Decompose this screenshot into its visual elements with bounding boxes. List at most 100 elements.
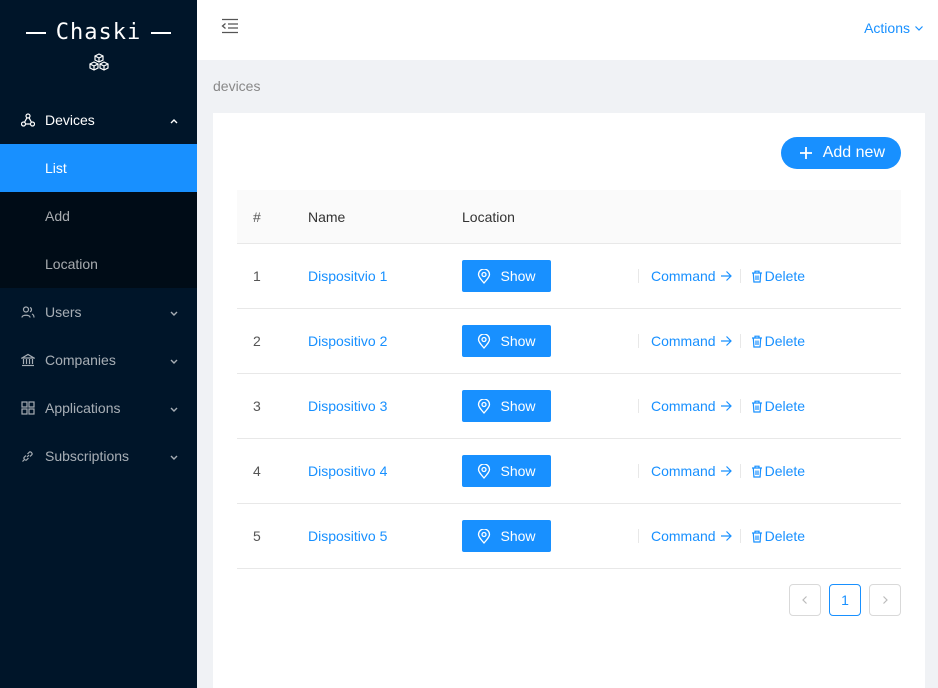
devices-table: # Name Location 1 Dispositvio 1 Show Com… — [237, 190, 901, 569]
show-location-button[interactable]: Show — [462, 390, 551, 422]
arrow-right-icon — [720, 271, 732, 281]
actions-dropdown[interactable]: Actions — [864, 20, 924, 36]
trash-icon — [751, 400, 762, 413]
trash-icon — [751, 465, 762, 478]
sidebar-item-subscriptions[interactable]: Subscriptions — [0, 432, 197, 480]
delete-label: Delete — [764, 463, 806, 479]
bank-icon — [20, 352, 36, 368]
show-label: Show — [500, 398, 536, 414]
device-name-link[interactable]: Dispositivo 3 — [308, 398, 387, 414]
brand-name: Chaski — [16, 20, 181, 45]
row-number: 2 — [253, 333, 261, 349]
divider — [638, 464, 639, 478]
devices-submenu: List Add Location — [0, 144, 197, 288]
sidebar-item-applications[interactable]: Applications — [0, 384, 197, 432]
table-row: 3 Dispositivo 3 Show Command Delete — [237, 374, 901, 439]
table-row: 5 Dispositivo 5 Show Command Delete — [237, 504, 901, 569]
command-label: Command — [651, 528, 716, 544]
show-location-button[interactable]: Show — [462, 520, 551, 552]
sidebar-item-devices[interactable]: Devices — [0, 96, 197, 144]
sidebar-item-label: Users — [45, 304, 82, 320]
command-link[interactable]: Command — [651, 333, 732, 349]
location-pin-icon — [478, 528, 491, 544]
command-link[interactable]: Command — [651, 398, 732, 414]
chevron-up-icon — [169, 114, 179, 130]
add-new-label: Add new — [822, 144, 885, 161]
divider — [739, 464, 741, 478]
divider — [638, 334, 639, 348]
divider — [638, 269, 639, 283]
device-name-link[interactable]: Dispositvio 1 — [308, 268, 387, 284]
delete-link[interactable]: Delete — [751, 398, 805, 414]
link-icon — [20, 448, 36, 464]
sidebar-subitem-add[interactable]: Add — [0, 192, 197, 240]
delete-label: Delete — [764, 528, 806, 544]
chevron-right-icon — [883, 596, 888, 604]
device-name-link[interactable]: Dispositivo 4 — [308, 463, 387, 479]
show-label: Show — [500, 528, 536, 544]
location-pin-icon — [478, 463, 491, 479]
divider — [638, 399, 639, 413]
location-pin-icon — [478, 333, 491, 349]
table-row: 4 Dispositivo 4 Show Command Delete — [237, 439, 901, 504]
sidebar-subitem-list[interactable]: List — [0, 144, 197, 192]
chevron-down-icon — [169, 402, 179, 418]
arrow-right-icon — [720, 401, 732, 411]
arrow-right-icon — [720, 466, 732, 476]
show-label: Show — [500, 463, 536, 479]
column-header-location: Location — [462, 208, 515, 225]
device-name-link[interactable]: Dispositivo 5 — [308, 528, 387, 544]
divider — [739, 334, 741, 348]
sidebar-item-label: Subscriptions — [45, 448, 130, 464]
arrow-right-icon — [720, 531, 732, 541]
device-name-link[interactable]: Dispositivo 2 — [308, 333, 387, 349]
divider — [739, 529, 741, 543]
trash-icon — [751, 270, 762, 283]
plus-icon — [799, 147, 812, 159]
command-label: Command — [651, 333, 716, 349]
column-header-num: # — [253, 208, 261, 225]
sidebar-subitem-location[interactable]: Location — [0, 240, 197, 288]
table-header: # Name Location — [237, 190, 901, 244]
sidebar-item-label: Devices — [45, 112, 95, 128]
logo: Chaski — [0, 0, 197, 96]
divider — [739, 269, 741, 283]
row-number: 3 — [253, 398, 261, 414]
appstore-icon — [20, 400, 36, 416]
row-number: 1 — [253, 268, 261, 284]
content-card: Add new # Name Location 1 Dispositvio 1 … — [213, 113, 925, 688]
top-header: Actions — [197, 0, 938, 60]
location-pin-icon — [478, 268, 491, 284]
location-pin-icon — [478, 398, 491, 414]
chevron-down-icon — [169, 450, 179, 466]
sidebar: Chaski Devices List Add Location Users C… — [0, 0, 197, 688]
show-location-button[interactable]: Show — [462, 455, 551, 487]
sidebar-item-label: Companies — [45, 352, 116, 368]
actions-label: Actions — [864, 20, 910, 36]
delete-link[interactable]: Delete — [751, 333, 805, 349]
command-link[interactable]: Command — [651, 463, 732, 479]
nodes-icon — [20, 112, 36, 128]
delete-link[interactable]: Delete — [751, 528, 805, 544]
command-link[interactable]: Command — [651, 528, 732, 544]
chevron-left-icon — [802, 596, 807, 604]
show-location-button[interactable]: Show — [462, 260, 551, 292]
divider — [638, 529, 639, 543]
delete-link[interactable]: Delete — [751, 268, 805, 284]
delete-link[interactable]: Delete — [751, 463, 805, 479]
table-row: 1 Dispositvio 1 Show Command Delete — [237, 244, 901, 309]
add-new-button[interactable]: Add new — [780, 137, 901, 169]
prev-page-button[interactable] — [789, 584, 821, 616]
sidebar-item-users[interactable]: Users — [0, 288, 197, 336]
command-link[interactable]: Command — [651, 268, 732, 284]
menu-fold-icon[interactable] — [221, 18, 239, 34]
sidebar-item-label: Applications — [45, 400, 121, 416]
command-label: Command — [651, 398, 716, 414]
page-button-1[interactable]: 1 — [829, 584, 861, 616]
sidebar-item-companies[interactable]: Companies — [0, 336, 197, 384]
delete-label: Delete — [764, 268, 806, 284]
divider — [739, 399, 741, 413]
show-location-button[interactable]: Show — [462, 325, 551, 357]
next-page-button[interactable] — [869, 584, 901, 616]
arrow-right-icon — [720, 336, 732, 346]
